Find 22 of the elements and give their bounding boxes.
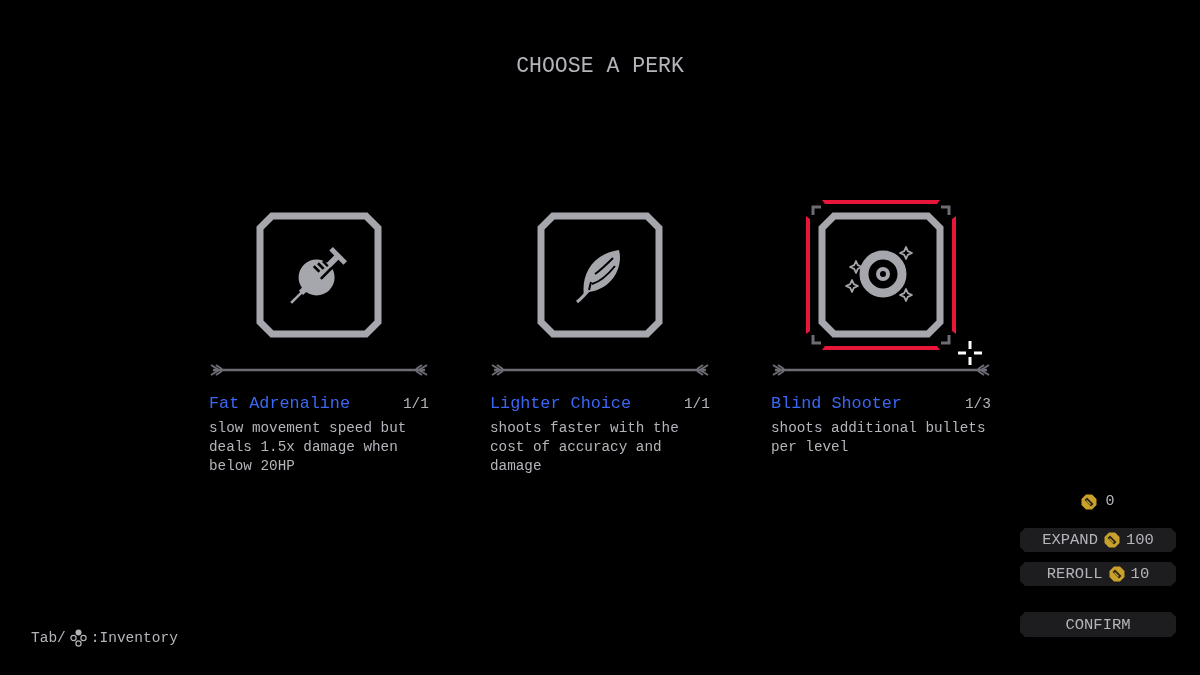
confirm-button[interactable]: CONFIRM (1020, 612, 1176, 637)
hint-key: Tab/ (31, 629, 66, 647)
perk-count: 1/1 (683, 395, 710, 414)
coin-icon (1081, 494, 1098, 510)
perk-name: Blind Shooter (771, 394, 902, 414)
crosshair-cursor-icon (957, 340, 983, 366)
coin-balance: 0 (1105, 493, 1115, 511)
target-icon (818, 212, 944, 338)
perk-description: shoots faster with the cost of accuracy and damage (490, 419, 680, 476)
perk-name: Lighter Choice (490, 394, 631, 414)
perk-count: 1/3 (964, 395, 991, 414)
gamepad-buttons-icon (69, 629, 87, 647)
hint-action: :Inventory (90, 629, 178, 647)
coin-icon (1103, 532, 1120, 548)
coin-icon (1108, 566, 1125, 582)
shop-action-button[interactable]: REROLL 10 (1020, 562, 1176, 586)
perk-description: slow movement speed but deals 1.5x damage when below 20HP (209, 419, 408, 476)
screen-title: CHOOSE A PERK (516, 53, 684, 80)
perk-name: Fat Adrenaline (209, 394, 350, 414)
perk-count: 1/1 (402, 395, 429, 414)
shop-action-button[interactable]: EXPAND 100 (1020, 528, 1176, 552)
perk-description: shoots additional bullets per level (771, 419, 987, 457)
